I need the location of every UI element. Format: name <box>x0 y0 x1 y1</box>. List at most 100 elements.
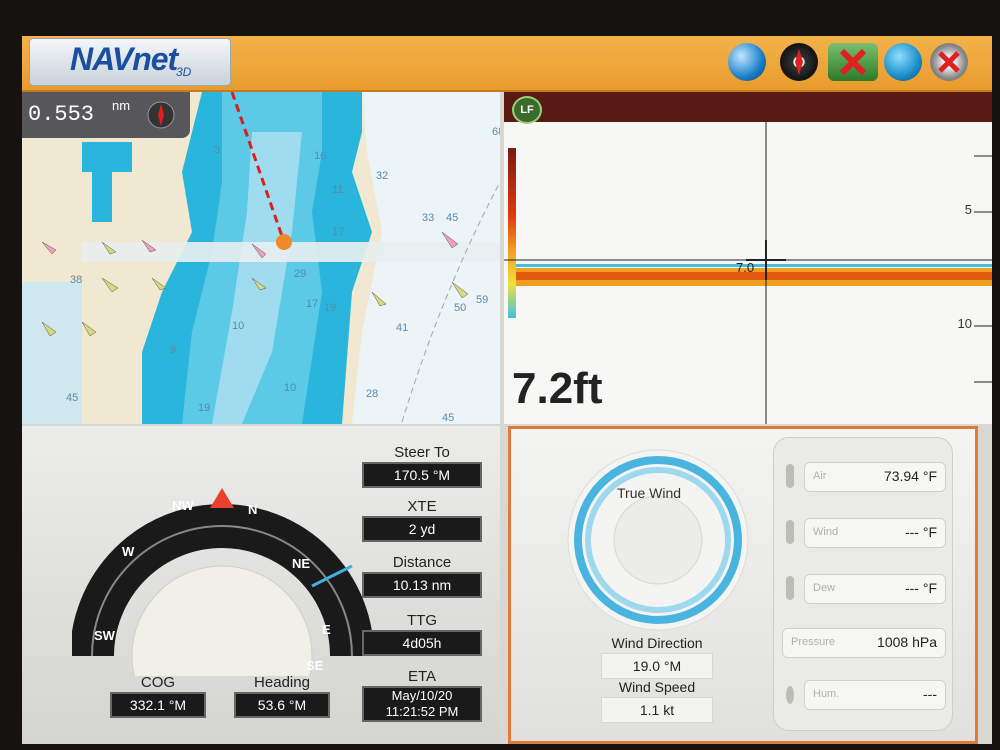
depth-sounding: 59 <box>476 294 489 306</box>
eta-date: May/10/20 <box>362 686 482 704</box>
true-wind-title: True Wind <box>617 485 682 501</box>
eta-time: 11:21:52 PM <box>362 704 482 722</box>
mfd-screen: NAVnet 3D 3 16 11 32 17 33 45 6 29 19 38… <box>22 36 992 744</box>
pressure-box: Pressure 1008 hPa <box>782 628 946 658</box>
eta-label: ETA <box>407 668 437 685</box>
globe-icon[interactable] <box>728 43 766 81</box>
wind-temp-value: --- °F <box>904 524 937 540</box>
depth-sounding: 38 <box>70 274 83 286</box>
depth-sounding: 68 <box>492 126 500 138</box>
compass-needle-icon <box>795 49 803 75</box>
depth-sounding: 16 <box>314 150 327 162</box>
thermometer-icon <box>786 520 794 544</box>
eta-box: ETA May/10/20 11:21:52 PM <box>362 668 482 722</box>
depth-sounding: 17 <box>306 298 319 310</box>
distance-value: 10.13 nm <box>362 572 482 598</box>
distance-box: Distance 10.13 nm <box>362 554 482 598</box>
depth-sounding: 3 <box>214 144 221 156</box>
ttg-box: TTG 4d05h <box>362 612 482 656</box>
depth-sounding: 32 <box>376 170 389 182</box>
depth-sounding: 10 <box>284 382 297 394</box>
pressure-value: 1008 hPa <box>877 634 937 650</box>
wind-temp-row: Wind --- °F <box>782 518 946 548</box>
pressure-label: Pressure <box>791 636 836 648</box>
compass-label-ne: NE <box>292 556 311 571</box>
cog-label: COG <box>140 674 176 691</box>
thermometer-icon <box>786 576 794 600</box>
cog-box: COG 332.1 °M <box>110 674 206 718</box>
ttg-value: 4d05h <box>362 630 482 656</box>
steer-to-label: Steer To <box>394 444 450 461</box>
humidity-box: Hum. --- <box>804 680 946 710</box>
air-temp-value: 73.94 °F <box>883 468 937 484</box>
humidity-row: Hum. --- <box>782 680 946 710</box>
dew-point-row: Dew --- °F <box>782 574 946 604</box>
depth-sounding: 10 <box>232 320 245 332</box>
humidity-label: Hum. <box>813 688 840 700</box>
compass-label-w: W <box>122 544 135 559</box>
depth-sounding: 45 <box>442 412 455 424</box>
navnet-logo[interactable]: NAVnet 3D <box>30 39 230 85</box>
wind-speed-label: Wind Speed <box>618 679 696 695</box>
humidity-value: --- <box>923 686 937 702</box>
dew-point-box: Dew --- °F <box>804 574 946 604</box>
xte-box: XTE 2 yd <box>362 498 482 542</box>
wind-direction-value: 19.0 °M <box>601 653 713 679</box>
depth-sounding: 19 <box>324 302 337 314</box>
depth-sounding: 45 <box>66 392 79 404</box>
compass-label-sw: SW <box>94 628 115 643</box>
steer-to-value: 170.5 °M <box>362 462 482 488</box>
heading-label: Heading <box>254 674 310 691</box>
depth-sounding: 11 <box>332 184 344 196</box>
top-bar: NAVnet 3D <box>22 36 992 92</box>
chart-map <box>22 92 500 424</box>
compass-label-e: E <box>322 622 331 637</box>
humidity-drop-icon <box>786 686 794 704</box>
distance-label: Distance <box>392 554 452 571</box>
wind-speed-value: 1.1 kt <box>601 697 713 723</box>
range-value: 0.553 <box>28 102 95 127</box>
mob-x-icon <box>938 51 960 73</box>
pressure-row: Pressure 1008 hPa <box>782 628 946 658</box>
logo-text: NAVnet <box>70 41 178 77</box>
heading-value: 53.6 °M <box>234 692 330 718</box>
steering-panel: NW N NE W E SW SE Steer To 170.5 °M XTE … <box>22 426 500 744</box>
north-arrow-icon <box>147 101 175 129</box>
compass-label-nw: NW <box>172 498 194 513</box>
thermometer-icon <box>786 464 794 488</box>
air-temp-label: Air <box>813 470 827 482</box>
ttg-label: TTG <box>407 612 437 629</box>
logo-subtext: 3D <box>176 65 192 79</box>
compass-icon[interactable] <box>780 43 818 81</box>
range-unit: nm <box>112 98 131 113</box>
depth-sounding: 33 <box>422 212 435 224</box>
wind-temp-box: Wind --- °F <box>804 518 946 548</box>
weather-icon[interactable] <box>884 43 922 81</box>
dew-point-value: --- °F <box>904 580 937 596</box>
wind-direction-label: Wind Direction <box>611 635 703 651</box>
route-cancel-icon[interactable] <box>828 43 878 81</box>
dew-point-label: Dew <box>813 582 836 594</box>
range-readout[interactable]: 0.553 nm <box>22 92 190 138</box>
compass-label-n: N <box>248 502 258 517</box>
true-wind-dial[interactable] <box>563 445 753 635</box>
fish-finder[interactable]: LF 7.0 5 10 7.2ft <box>504 92 992 424</box>
depth-sounding: 19 <box>198 402 211 414</box>
environment-panel: Air 73.94 °F Wind --- °F Dew --- °F Pres… <box>773 437 953 731</box>
compass-dial[interactable] <box>72 446 372 676</box>
depth-scale-label: 5 <box>964 202 972 217</box>
air-temp-box: Air 73.94 °F <box>804 462 946 492</box>
xte-label: XTE <box>407 498 437 515</box>
mob-cancel-icon[interactable] <box>930 43 968 81</box>
depth-sounding: 45 <box>446 212 459 224</box>
xte-value: 2 yd <box>362 516 482 542</box>
cursor-depth: 7.0 <box>736 260 755 275</box>
depth-scale-label: 10 <box>957 316 972 331</box>
heading-box: Heading 53.6 °M <box>234 674 330 718</box>
cancel-x-icon <box>839 48 867 76</box>
depth-reading: 7.2ft <box>512 364 603 413</box>
nav-chart[interactable]: 3 16 11 32 17 33 45 68 29 19 38 9 10 17 … <box>22 92 500 424</box>
depth-sounding: 17 <box>332 226 345 238</box>
wind-temp-label: Wind <box>813 526 839 538</box>
cog-value: 332.1 °M <box>110 692 206 718</box>
